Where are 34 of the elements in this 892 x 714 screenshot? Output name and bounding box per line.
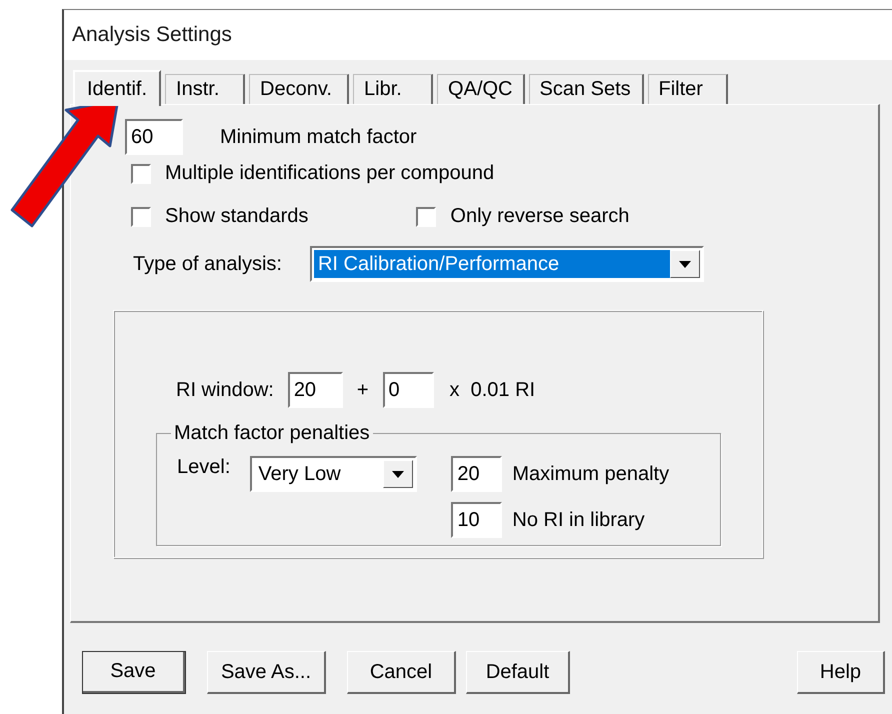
- dialog-button[interactable]: Save As...: [207, 651, 326, 694]
- dialog-button[interactable]: Default: [466, 651, 570, 694]
- tab[interactable]: Identif.: [73, 70, 162, 106]
- tab[interactable]: Instr.: [165, 74, 246, 104]
- analysis-type-dropdown[interactable]: RI Calibration/Performance: [310, 246, 704, 282]
- field-label: Maximum penalty: [512, 462, 670, 486]
- field-label: Type of analysis:: [133, 252, 282, 276]
- dialog-button[interactable]: Cancel: [347, 651, 456, 694]
- field-label: Minimum match factor: [220, 126, 417, 148]
- checkbox[interactable]: [416, 206, 436, 226]
- input-field[interactable]: 0: [382, 372, 434, 408]
- tab[interactable]: Deconv.: [249, 74, 350, 104]
- input-field[interactable]: 10: [451, 502, 502, 538]
- field-label: Level:: [177, 456, 230, 479]
- level-dropdown[interactable]: Very Low: [250, 456, 418, 492]
- dialog-button[interactable]: Help: [797, 651, 885, 694]
- tab[interactable]: Scan Sets: [528, 74, 644, 104]
- field-label: No RI in library: [512, 508, 645, 532]
- input-field[interactable]: 20: [451, 456, 502, 492]
- tab[interactable]: QA/QC: [437, 74, 524, 104]
- unit-label: x 0.01 RI: [450, 378, 536, 402]
- checkbox-label: Multiple identifications per compound: [165, 162, 494, 185]
- input-field[interactable]: 20: [288, 372, 343, 408]
- window-title: Analysis Settings: [72, 23, 232, 46]
- plus-sign: +: [356, 378, 368, 402]
- checkbox-label: Only reverse search: [450, 205, 630, 228]
- tab[interactable]: Filter: [648, 74, 728, 104]
- checkbox[interactable]: [131, 206, 151, 226]
- checkbox[interactable]: [131, 164, 151, 184]
- input-field[interactable]: 60: [125, 119, 183, 155]
- tab[interactable]: Libr.: [353, 74, 434, 104]
- dialog-button[interactable]: Save: [82, 651, 186, 694]
- field-label: RI window:: [176, 378, 274, 402]
- checkbox-label: Show standards: [165, 205, 308, 228]
